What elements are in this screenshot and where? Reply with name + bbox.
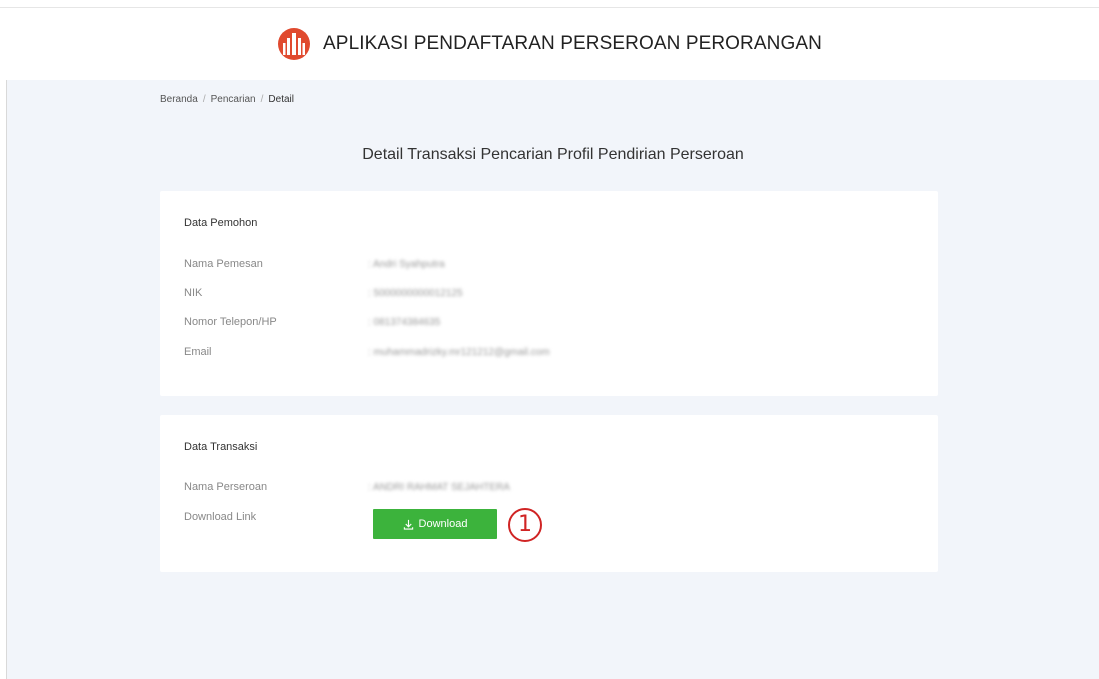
page-title: Detail Transaksi Pencarian Profil Pendir… xyxy=(362,146,744,163)
app-title: APLIKASI PENDAFTARAN PERSEROAN PERORANGA… xyxy=(323,33,822,54)
data-transaksi-card: Data Transaksi Nama Perseroan : ANDRI RA… xyxy=(160,415,938,572)
download-icon xyxy=(403,519,413,530)
label-email: Email xyxy=(184,346,212,358)
breadcrumb: Beranda / Pencarian / Detail xyxy=(160,94,294,105)
data-pemohon-card: Data Pemohon Nama Pemesan : Andri Syahpu… xyxy=(160,191,938,396)
main-content: Beranda / Pencarian / Detail Detail Tran… xyxy=(7,80,1099,679)
value-nama-pemesan: : Andri Syahputra xyxy=(368,259,445,270)
label-nama-pemesan: Nama Pemesan xyxy=(184,258,263,270)
breadcrumb-search[interactable]: Pencarian xyxy=(211,94,256,105)
label-download-link: Download Link xyxy=(184,511,257,523)
breadcrumb-home[interactable]: Beranda xyxy=(160,94,198,105)
card-title-pemohon: Data Pemohon xyxy=(184,217,258,229)
value-nama-perseroan: : ANDRI RAHMAT SEJAHTERA xyxy=(368,482,510,493)
download-label: Download xyxy=(418,518,468,530)
app-header: APLIKASI PENDAFTARAN PERSEROAN PERORANGA… xyxy=(0,8,1099,80)
value-email: : muhammadrizky.mr121212@gmail.com xyxy=(368,347,550,358)
breadcrumb-current: Detail xyxy=(268,94,294,105)
value-nik: : 5000000000012125 xyxy=(368,288,463,299)
download-button[interactable]: Download xyxy=(373,509,497,539)
annotation-marker: 1 xyxy=(508,508,542,542)
label-nik: NIK xyxy=(184,287,203,299)
value-nomor-telepon: : 081374384635 xyxy=(368,317,441,328)
label-nama-perseroan: Nama Perseroan xyxy=(184,481,268,493)
breadcrumb-separator: / xyxy=(260,94,264,105)
building-logo-icon xyxy=(278,28,311,60)
card-title-transaksi: Data Transaksi xyxy=(184,441,258,453)
label-nomor-telepon: Nomor Telepon/HP xyxy=(184,316,277,328)
breadcrumb-separator: / xyxy=(202,94,206,105)
